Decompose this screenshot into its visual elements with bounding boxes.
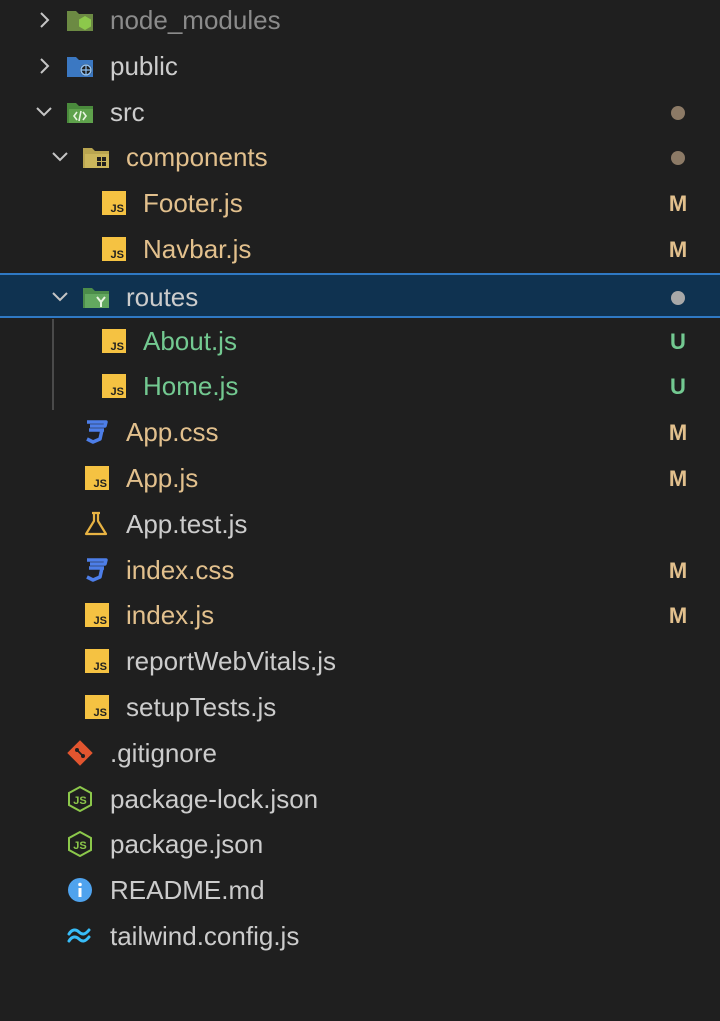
js-icon: JS [99, 328, 127, 354]
components-folder-icon [82, 144, 110, 170]
item-label: index.js [126, 600, 215, 631]
item-label: App.css [126, 417, 219, 448]
node-json-icon: JS [66, 785, 94, 812]
item-label: Navbar.js [143, 234, 252, 264]
file-row-app-css[interactable]: App.css M [0, 410, 720, 455]
item-label: App.test.js [126, 508, 248, 539]
svg-text:JS: JS [111, 341, 124, 353]
git-status-badge: M [668, 557, 688, 583]
git-status-badge: M [668, 420, 688, 446]
svg-text:JS: JS [94, 661, 107, 673]
file-row-footer-js[interactable]: JS Footer.js M [0, 181, 720, 226]
item-label: reportWebVitals.js [126, 646, 337, 677]
svg-text:JS: JS [94, 707, 107, 719]
js-icon: JS [99, 373, 127, 399]
item-label: package.json [110, 829, 264, 860]
js-icon: JS [82, 602, 110, 628]
item-label: About.js [143, 325, 237, 356]
file-row-package-lock-json[interactable]: JS package-lock.json [0, 777, 720, 822]
item-label: README.md [110, 875, 265, 906]
item-label: src [110, 96, 145, 127]
file-row-home-js[interactable]: JS Home.js U [0, 364, 720, 409]
info-icon [66, 877, 94, 903]
item-label: node_modules [110, 5, 281, 35]
item-label: package-lock.json [110, 783, 319, 814]
file-row-index-css[interactable]: index.css M [0, 548, 720, 593]
item-label: Footer.js [143, 188, 243, 219]
tailwind-icon [66, 923, 94, 949]
git-icon [66, 740, 94, 766]
svg-text:JS: JS [111, 386, 124, 398]
js-icon: JS [99, 236, 127, 262]
file-row-setuptests-js[interactable]: JS setupTests.js [0, 685, 720, 730]
file-row-index-js[interactable]: JS index.js M [0, 593, 720, 638]
file-explorer-tree: node_modulespublic src components JS Footer.… [0, 0, 720, 1021]
svg-text:JS: JS [111, 203, 124, 215]
svg-text:JS: JS [73, 840, 86, 852]
css-icon [82, 557, 110, 583]
file-row-readme-md[interactable]: README.md [0, 868, 720, 913]
js-icon: JS [82, 465, 110, 491]
git-status-dot [671, 290, 685, 305]
file-row-package-json[interactable]: JS package.json [0, 822, 720, 867]
item-label: components [126, 142, 268, 173]
indent-guide [52, 318, 54, 411]
item-label: public [110, 50, 178, 81]
folder-row-src[interactable]: src [0, 90, 720, 135]
git-status-badge: U [670, 328, 686, 354]
git-status-dot [671, 105, 685, 120]
file-row-reportwebvitals-js[interactable]: JS reportWebVitals.js [0, 639, 720, 684]
git-status-badge: M [668, 237, 688, 262]
item-label: .gitignore [110, 737, 217, 768]
file-row-about-js[interactable]: JS About.js U [0, 319, 720, 364]
folder-row-routes[interactable]: routes [0, 272, 720, 318]
chevron-down-icon[interactable] [50, 146, 70, 168]
node-folder-icon [66, 7, 94, 33]
css-icon [82, 419, 110, 445]
test-flask-icon [82, 511, 110, 537]
chevron-down-icon[interactable] [34, 101, 54, 123]
git-status-badge: U [670, 374, 686, 400]
folder-row-public[interactable]: public [0, 44, 720, 89]
node-json-icon: JS [66, 831, 94, 858]
git-status-badge: M [668, 466, 688, 491]
js-icon: JS [82, 694, 110, 720]
src-folder-icon [66, 99, 94, 125]
item-label: tailwind.config.js [110, 921, 300, 951]
item-label: setupTests.js [126, 692, 277, 722]
file-row-app-js[interactable]: JS App.js M [0, 456, 720, 501]
chevron-right-icon[interactable] [34, 55, 54, 77]
routes-folder-icon [82, 284, 110, 310]
chevron-right-icon[interactable] [34, 9, 54, 31]
item-label: Home.js [143, 371, 239, 402]
folder-row-node-modules[interactable]: node_modules [0, 0, 720, 43]
git-status-badge: M [668, 191, 688, 217]
item-label: routes [126, 281, 199, 312]
svg-text:JS: JS [73, 795, 86, 807]
file-row-app-test-js[interactable]: App.test.js [0, 502, 720, 547]
folder-row-components[interactable]: components [0, 135, 720, 180]
item-label: App.js [126, 463, 199, 493]
svg-text:JS: JS [111, 249, 124, 261]
js-icon: JS [82, 648, 110, 674]
git-status-dot [671, 151, 685, 166]
item-label: index.css [126, 554, 235, 585]
svg-text:JS: JS [94, 615, 107, 627]
js-icon: JS [99, 190, 127, 216]
file-row-navbar-js[interactable]: JS Navbar.js M [0, 227, 720, 272]
chevron-down-icon[interactable] [50, 286, 70, 308]
svg-text:JS: JS [94, 478, 107, 490]
git-status-badge: M [668, 603, 688, 629]
file-row-gitignore[interactable]: .gitignore [0, 731, 720, 776]
public-folder-icon [66, 53, 94, 79]
file-row-tailwind-config-js[interactable]: tailwind.config.js [0, 914, 720, 959]
